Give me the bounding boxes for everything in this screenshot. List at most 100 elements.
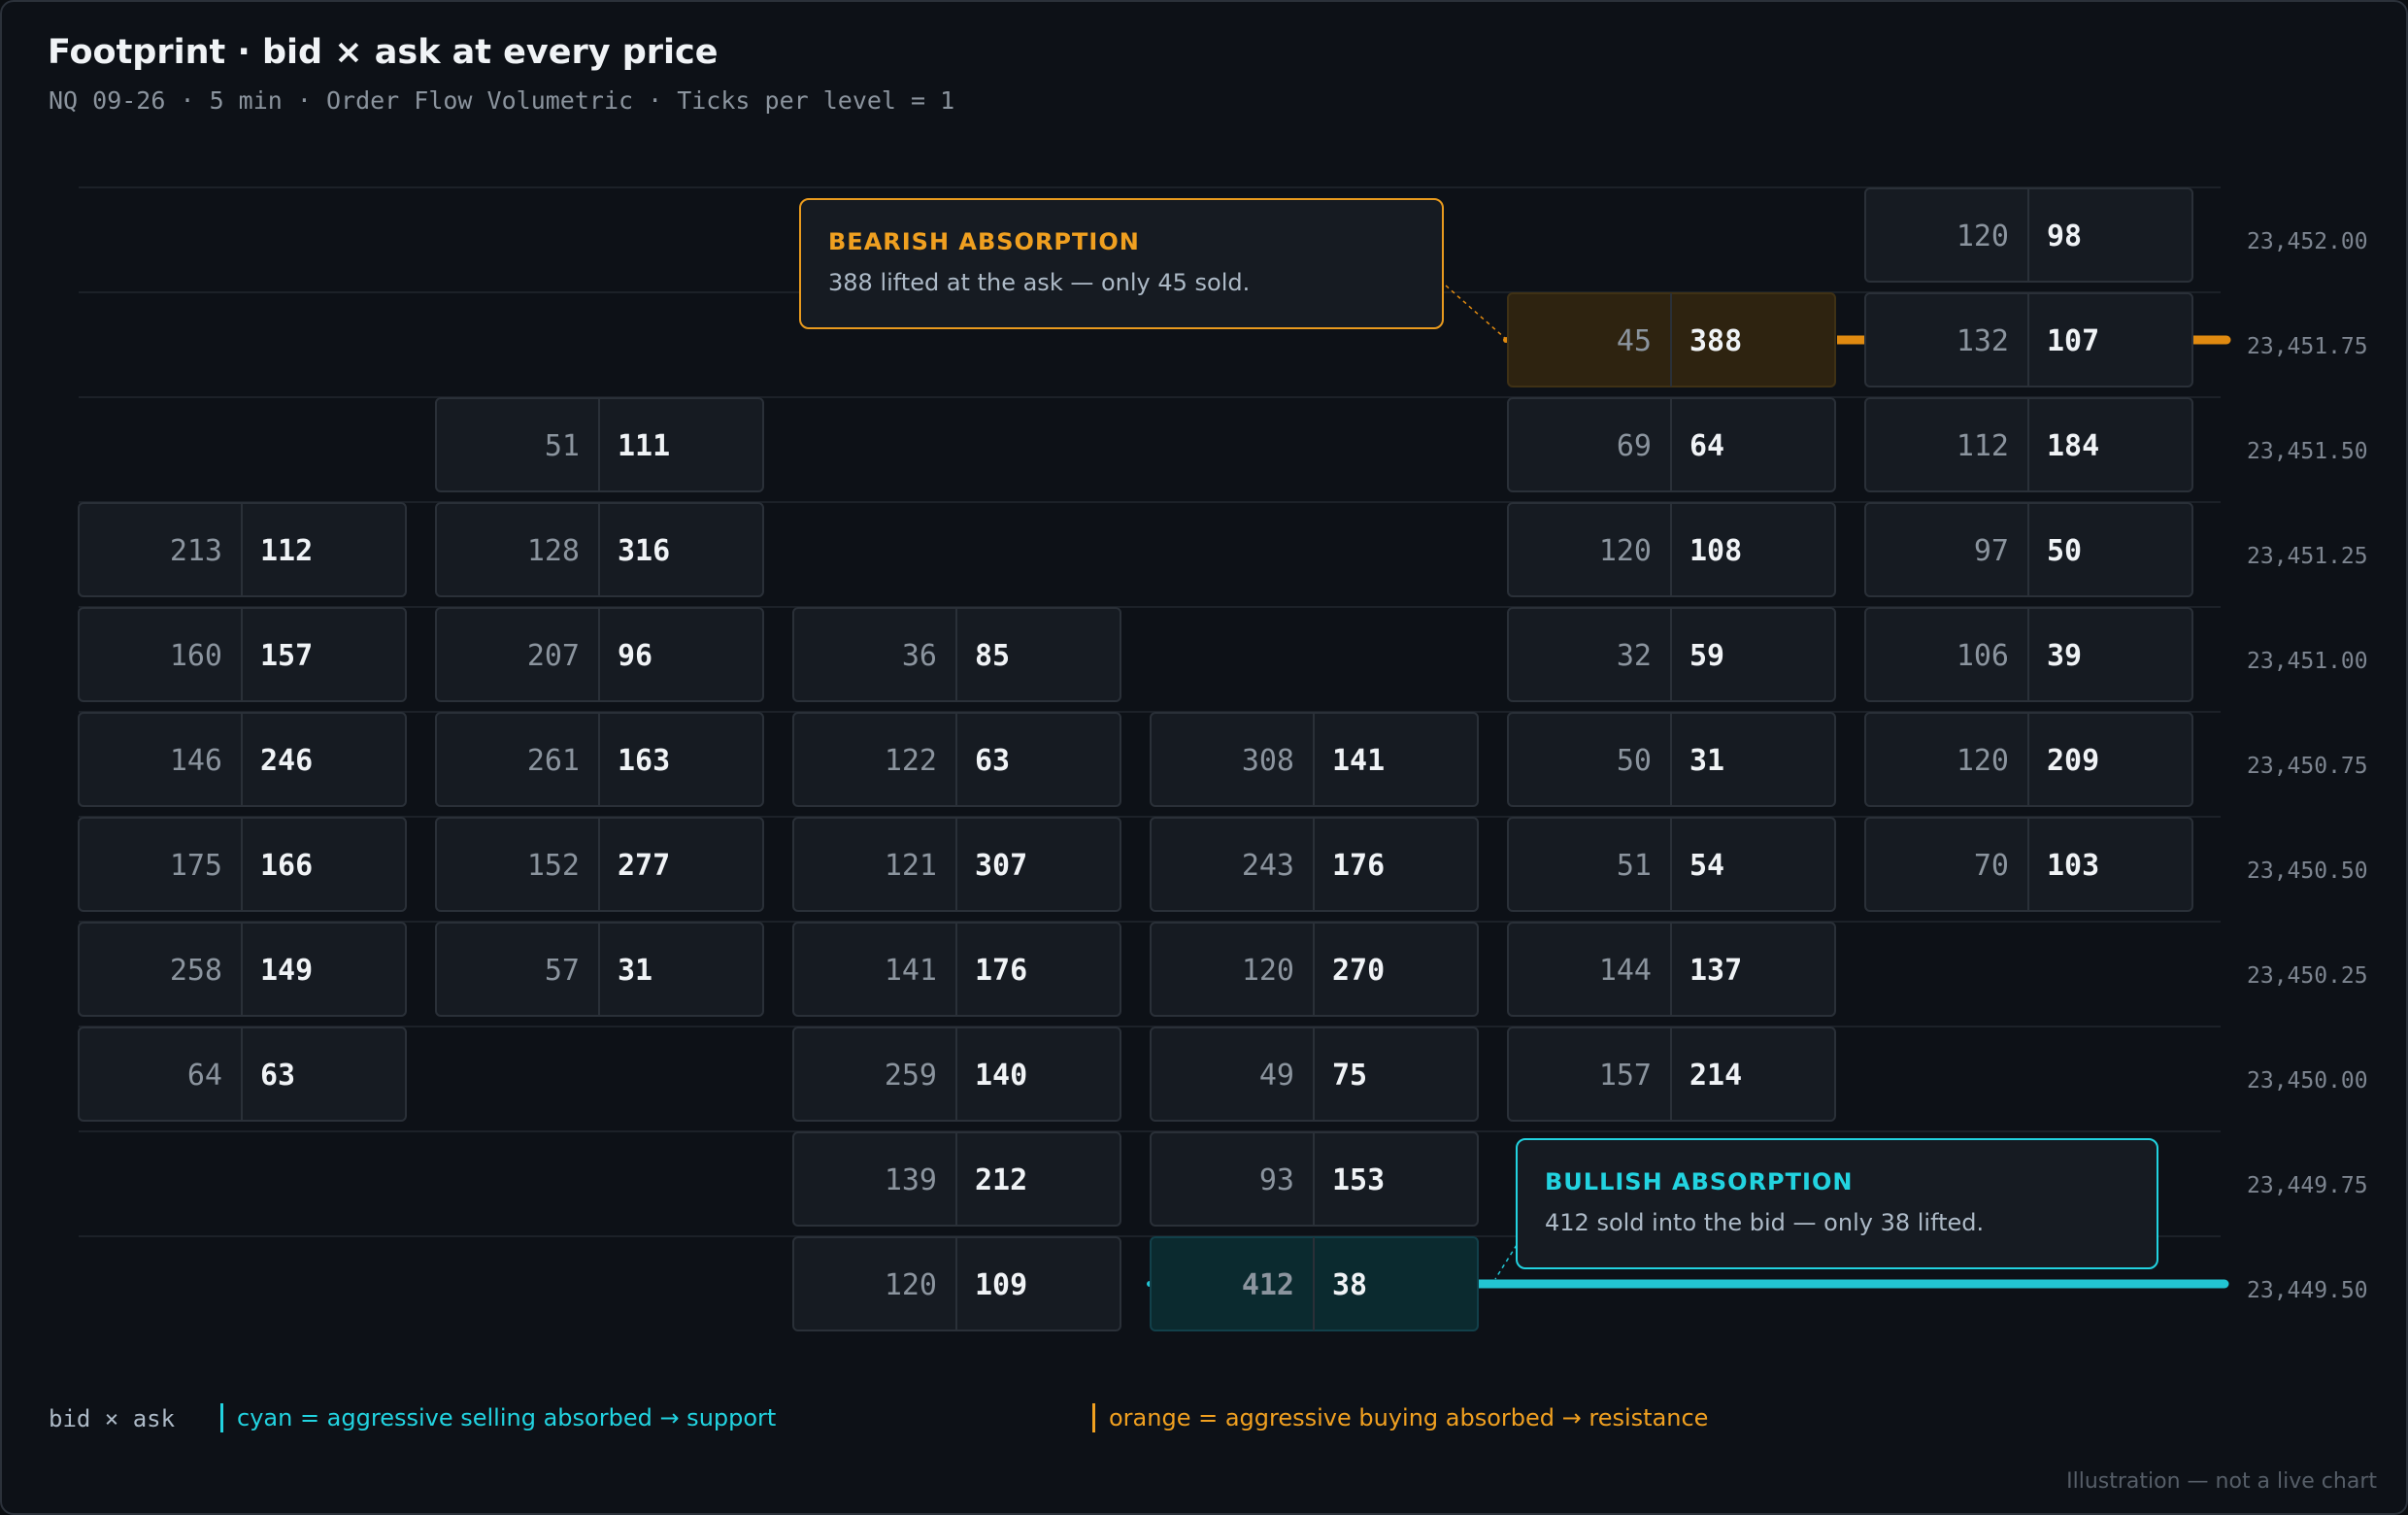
footprint-cell: 51 111	[435, 397, 764, 492]
bid-volume: 144	[1599, 954, 1652, 988]
footprint-cell: 144 137	[1507, 922, 1836, 1017]
ask-volume: 141	[1332, 744, 1385, 778]
ask-volume: 246	[260, 744, 313, 778]
bid-volume: 120	[1599, 534, 1652, 568]
bid-volume: 93	[1259, 1163, 1294, 1197]
price-label: 23,451.00	[2247, 649, 2368, 674]
footprint-cell: 243 176	[1150, 817, 1479, 912]
ask-volume: 50	[2047, 534, 2082, 568]
footprint-cell: 207 96	[435, 607, 764, 702]
footprint-cell: 160 157	[78, 607, 407, 702]
price-label: 23,449.50	[2247, 1278, 2368, 1303]
ask-volume: 31	[1689, 744, 1724, 778]
ask-volume: 388	[1689, 324, 1742, 358]
footprint-cell: 121 307	[792, 817, 1121, 912]
price-label: 23,452.00	[2247, 229, 2368, 254]
price-label: 23,450.50	[2247, 858, 2368, 884]
bid-volume: 213	[170, 534, 222, 568]
ask-volume: 85	[975, 639, 1010, 673]
footprint-cell: 45 388	[1507, 292, 1836, 387]
ask-volume: 111	[618, 429, 670, 463]
ask-volume: 316	[618, 534, 670, 568]
footprint-cell: 412 38	[1150, 1236, 1479, 1331]
ask-volume: 176	[975, 954, 1027, 988]
bullish-absorption-callout: BULLISH ABSORPTION 412 sold into the bid…	[1516, 1138, 2158, 1269]
footprint-cell: 120 98	[1864, 187, 2193, 283]
bid-volume: 70	[1974, 849, 2009, 883]
bid-volume: 160	[170, 639, 222, 673]
footprint-cell: 32 59	[1507, 607, 1836, 702]
price-label: 23,451.75	[2247, 334, 2368, 359]
price-label: 23,450.75	[2247, 754, 2368, 779]
bid-volume: 50	[1617, 744, 1652, 778]
bid-volume: 175	[170, 849, 222, 883]
ask-volume: 96	[618, 639, 652, 673]
bid-volume: 106	[1956, 639, 2009, 673]
footprint-cell: 93 153	[1150, 1131, 1479, 1227]
footprint-cell: 141 176	[792, 922, 1121, 1017]
bid-volume: 243	[1242, 849, 1294, 883]
ask-volume: 137	[1689, 954, 1742, 988]
footprint-cell: 308 141	[1150, 712, 1479, 807]
price-label: 23,451.50	[2247, 439, 2368, 464]
bid-volume: 132	[1956, 324, 2009, 358]
bid-volume: 152	[527, 849, 580, 883]
footprint-cell: 112 184	[1864, 397, 2193, 492]
ask-volume: 157	[260, 639, 313, 673]
bid-volume: 51	[545, 429, 580, 463]
bid-volume: 112	[1956, 429, 2009, 463]
ask-volume: 98	[2047, 219, 2082, 253]
ask-volume: 176	[1332, 849, 1385, 883]
bid-volume: 120	[1956, 744, 2009, 778]
footprint-cell: 69 64	[1507, 397, 1836, 492]
bid-volume: 308	[1242, 744, 1294, 778]
legend-resistance-item: orange = aggressive buying absorbed → re…	[1092, 1403, 1708, 1432]
bid-volume: 157	[1599, 1059, 1652, 1093]
price-label: 23,451.25	[2247, 544, 2368, 569]
ask-volume: 63	[260, 1059, 295, 1093]
footprint-chart-panel: Footprint · bid × ask at every price NQ …	[0, 0, 2408, 1515]
ask-volume: 163	[618, 744, 670, 778]
footprint-cell: 120 209	[1864, 712, 2193, 807]
ask-volume: 307	[975, 849, 1027, 883]
bid-volume: 32	[1617, 639, 1652, 673]
footprint-cell: 64 63	[78, 1027, 407, 1122]
bid-volume: 49	[1259, 1059, 1294, 1093]
bid-volume: 128	[527, 534, 580, 568]
ask-volume: 107	[2047, 324, 2099, 358]
bullish-callout-body: 412 sold into the bid — only 38 lifted.	[1545, 1209, 1985, 1236]
bullish-callout-title: BULLISH ABSORPTION	[1545, 1168, 1854, 1195]
footprint-cell: 132 107	[1864, 292, 2193, 387]
bearish-callout-leader	[1445, 285, 1508, 341]
footprint-cell: 261 163	[435, 712, 764, 807]
ask-volume: 153	[1332, 1163, 1385, 1197]
ask-volume: 112	[260, 534, 313, 568]
footprint-cell: 146 246	[78, 712, 407, 807]
footprint-cell: 139 212	[792, 1131, 1121, 1227]
ask-volume: 38	[1332, 1268, 1367, 1302]
bid-volume: 261	[527, 744, 580, 778]
footprint-cell: 120 108	[1507, 502, 1836, 597]
footprint-cell: 49 75	[1150, 1027, 1479, 1122]
footprint-cell: 157 214	[1507, 1027, 1836, 1122]
bid-volume: 57	[545, 954, 580, 988]
footprint-cell: 128 316	[435, 502, 764, 597]
footprint-cell: 120 270	[1150, 922, 1479, 1017]
price-label: 23,450.00	[2247, 1068, 2368, 1094]
bullish-callout-leader	[1494, 1244, 1518, 1280]
footprint-cell: 175 166	[78, 817, 407, 912]
footprint-cell: 51 54	[1507, 817, 1836, 912]
bid-volume: 51	[1617, 849, 1652, 883]
footprint-cell: 36 85	[792, 607, 1121, 702]
ask-volume: 63	[975, 744, 1010, 778]
bid-volume: 122	[885, 744, 937, 778]
footprint-cell: 106 39	[1864, 607, 2193, 702]
bid-volume: 120	[885, 1268, 937, 1302]
ask-volume: 108	[1689, 534, 1742, 568]
ask-volume: 140	[975, 1059, 1027, 1093]
bid-volume: 64	[187, 1059, 222, 1093]
footprint-cell: 97 50	[1864, 502, 2193, 597]
ask-volume: 166	[260, 849, 313, 883]
price-label: 23,449.75	[2247, 1173, 2368, 1198]
footprint-cell: 120 109	[792, 1236, 1121, 1331]
